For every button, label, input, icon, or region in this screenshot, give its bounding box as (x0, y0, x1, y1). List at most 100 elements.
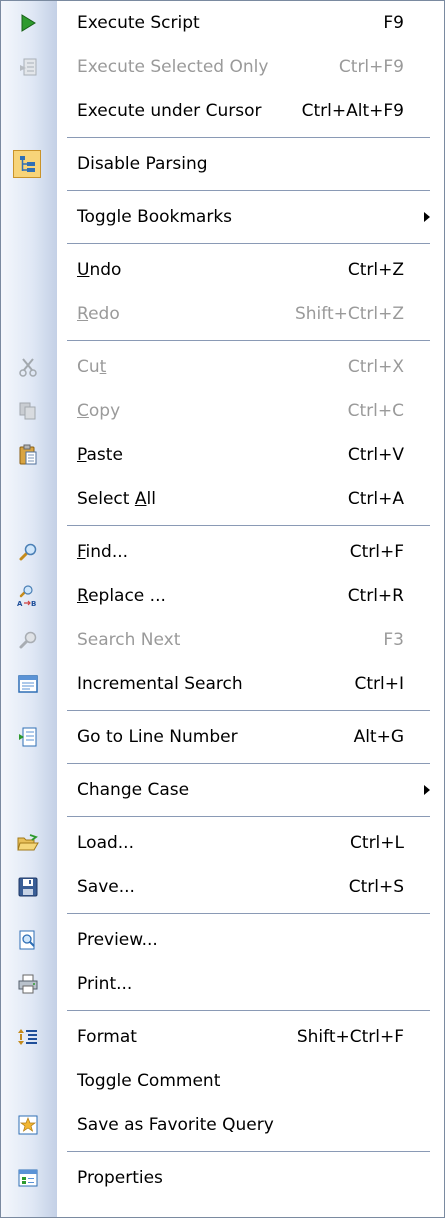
menu-item-label: Search Next (77, 630, 181, 650)
mnemonic: C (77, 401, 89, 421)
menu-item-cut[interactable]: Cut Ctrl+X (1, 345, 444, 389)
label-text: ind... (85, 542, 129, 562)
menu-item-label: Change Case (77, 780, 190, 800)
menu-item-save[interactable]: Save... Ctrl+S (1, 865, 444, 909)
menu-item-label: Toggle Bookmarks (77, 207, 233, 227)
menu-item-label: Find... (77, 542, 128, 562)
menu-item-execute-selected[interactable]: Execute Selected Only Ctrl+F9 (1, 45, 444, 89)
menu-item-label: Undo (77, 260, 121, 280)
label-text: opy (88, 401, 121, 421)
context-menu: Execute Script F9 Execute Selected Only … (0, 0, 445, 1218)
menu-separator (1, 186, 444, 195)
svg-text:A: A (17, 600, 23, 607)
parse-tree-icon (17, 153, 39, 175)
menu-item-format[interactable]: Format Shift+Ctrl+F (1, 1015, 444, 1059)
mnemonic: U (77, 260, 90, 280)
menu-item-select-all[interactable]: Select All Ctrl+A (1, 477, 444, 521)
menu-item-shortcut: Ctrl+Alt+F9 (301, 101, 404, 121)
search-next-icon (17, 629, 39, 651)
copy-icon (17, 400, 39, 422)
menu-item-preview[interactable]: Preview... (1, 918, 444, 962)
menu-item-print[interactable]: Print... (1, 962, 444, 1006)
menu-item-shortcut: Ctrl+S (348, 877, 404, 897)
menu-item-label: Cut (77, 357, 106, 377)
mnemonic: P (77, 445, 87, 465)
menu-item-shortcut: Alt+G (353, 727, 404, 747)
menu-item-shortcut: Shift+Ctrl+F (296, 1027, 404, 1047)
label-text: Select (77, 489, 135, 509)
print-preview-icon (17, 929, 39, 951)
mnemonic: F (77, 542, 86, 562)
menu-item-change-case[interactable]: Change Case (1, 768, 444, 812)
menu-item-load[interactable]: Load... Ctrl+L (1, 821, 444, 865)
menu-item-shortcut: Shift+Ctrl+Z (294, 304, 404, 324)
magnifier-icon (17, 541, 39, 563)
menu-separator (1, 909, 444, 918)
menu-item-shortcut: Ctrl+R (347, 586, 404, 606)
menu-item-shortcut: Ctrl+Z (347, 260, 404, 280)
incremental-search-icon (17, 673, 39, 695)
menu-item-label: Execute Selected Only (77, 57, 269, 77)
menu-item-execute-under-cursor[interactable]: Execute under Cursor Ctrl+Alt+F9 (1, 89, 444, 133)
menu-item-label: Paste (77, 445, 123, 465)
submenu-arrow-icon (424, 785, 430, 795)
menu-item-search-next[interactable]: Search Next F3 (1, 618, 444, 662)
goto-line-icon (17, 726, 39, 748)
menu-item-incremental-search[interactable]: Incremental Search Ctrl+I (1, 662, 444, 706)
label-text: ndo (89, 260, 122, 280)
menu-item-disable-parsing[interactable]: Disable Parsing (1, 142, 444, 186)
open-folder-icon (17, 832, 39, 854)
menu-item-toggle-comment[interactable]: Toggle Comment (1, 1059, 444, 1103)
menu-item-label: Properties (77, 1168, 163, 1188)
mnemonic: R (77, 304, 89, 324)
mnemonic: t (99, 357, 107, 377)
menu-item-replace[interactable]: AB Replace ... Ctrl+R (1, 574, 444, 618)
menu-item-shortcut: Ctrl+X (347, 357, 404, 377)
menu-item-label: Save as Favorite Query (77, 1115, 274, 1135)
menu-item-shortcut: Ctrl+V (347, 445, 404, 465)
menu-item-redo[interactable]: Redo Shift+Ctrl+Z (1, 292, 444, 336)
menu-item-label: Save... (77, 877, 135, 897)
menu-item-find[interactable]: Find... Ctrl+F (1, 530, 444, 574)
menu-item-shortcut: Ctrl+A (347, 489, 404, 509)
menu-item-execute-script[interactable]: Execute Script F9 (1, 1, 444, 45)
mnemonic: A (134, 489, 147, 509)
label-text: Cu (77, 357, 100, 377)
menu-item-label: Format (77, 1027, 137, 1047)
menu-separator (1, 133, 444, 142)
menu-item-shortcut: Ctrl+F9 (338, 57, 404, 77)
menu-item-label: Execute under Cursor (77, 101, 262, 121)
menu-separator (1, 759, 444, 768)
menu-separator (1, 521, 444, 530)
menu-item-paste[interactable]: Paste Ctrl+V (1, 433, 444, 477)
paste-icon (17, 444, 39, 466)
menu-item-shortcut: Ctrl+L (350, 833, 404, 853)
menu-separator (1, 1147, 444, 1156)
menu-item-properties[interactable]: Properties (1, 1156, 444, 1200)
menu-item-undo[interactable]: Undo Ctrl+Z (1, 248, 444, 292)
menu-item-toggle-bookmarks[interactable]: Toggle Bookmarks (1, 195, 444, 239)
menu-item-shortcut: Ctrl+F (349, 542, 404, 562)
mnemonic: R (77, 586, 89, 606)
printer-icon (17, 973, 39, 995)
menu-item-label: Copy (77, 401, 120, 421)
menu-item-label: Go to Line Number (77, 727, 238, 747)
menu-item-copy[interactable]: Copy Ctrl+C (1, 389, 444, 433)
menu-item-label: Replace ... (77, 586, 166, 606)
star-icon (17, 1114, 39, 1136)
menu-item-label: Disable Parsing (77, 154, 208, 174)
menu-separator (1, 706, 444, 715)
menu-item-save-favorite[interactable]: Save as Favorite Query (1, 1103, 444, 1147)
menu-item-shortcut: F9 (383, 13, 404, 33)
menu-item-label: Load... (77, 833, 134, 853)
menu-item-label: Incremental Search (77, 674, 243, 694)
menu-separator (1, 336, 444, 345)
menu-item-shortcut: Ctrl+C (347, 401, 404, 421)
floppy-disk-icon (17, 876, 39, 898)
menu-item-label: Preview... (77, 930, 158, 950)
label-text: eplace ... (88, 586, 166, 606)
properties-icon (17, 1167, 39, 1189)
menu-item-go-to-line[interactable]: Go to Line Number Alt+G (1, 715, 444, 759)
menu-item-label: Select All (77, 489, 156, 509)
menu-separator (1, 812, 444, 821)
